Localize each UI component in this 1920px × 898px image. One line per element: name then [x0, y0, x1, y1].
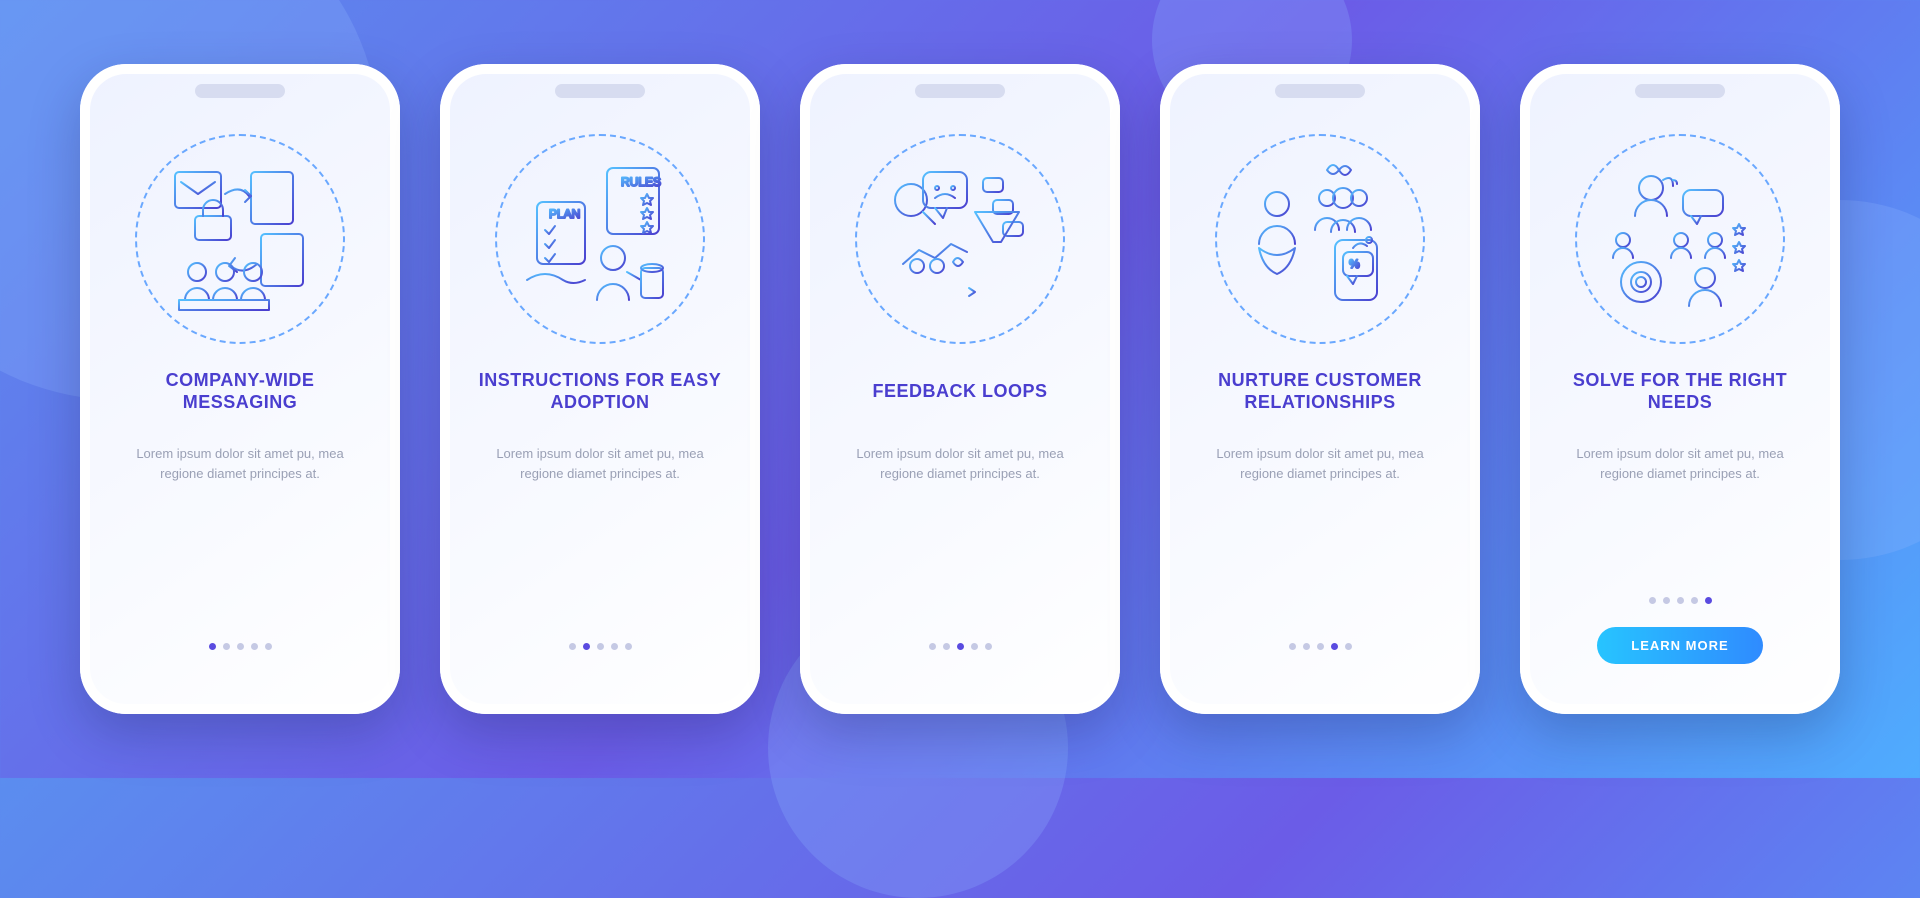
- screen-body: Lorem ipsum dolor sit amet pu, mea regio…: [1546, 444, 1814, 484]
- screen-body: Lorem ipsum dolor sit amet pu, mea regio…: [826, 444, 1094, 484]
- screen-title: SOLVE FOR THE RIGHT NEEDS: [1546, 368, 1814, 414]
- dot: [265, 643, 272, 650]
- screen-title: COMPANY-WIDE MESSAGING: [106, 368, 374, 414]
- dot: [209, 643, 216, 650]
- page-indicator: [1160, 643, 1480, 650]
- dot: [985, 643, 992, 650]
- phone-mockup: COMPANY-WIDE MESSAGING Lorem ipsum dolor…: [80, 64, 400, 714]
- dot: [943, 643, 950, 650]
- dot: [1317, 643, 1324, 650]
- svg-text:PLAN: PLAN: [549, 207, 580, 221]
- phone-mockup: % NURTURE CUSTOMER RELATIONSHIPS Lorem i…: [1160, 64, 1480, 714]
- dot: [1331, 643, 1338, 650]
- dot: [625, 643, 632, 650]
- phone-notch: [555, 84, 645, 98]
- target-icon: [1575, 134, 1785, 344]
- dot: [611, 643, 618, 650]
- dot: [597, 643, 604, 650]
- screen-title: NURTURE CUSTOMER RELATIONSHIPS: [1186, 368, 1454, 414]
- dot: [971, 643, 978, 650]
- instructions-icon: RULES PLAN: [495, 134, 705, 344]
- phone-mockup: RULES PLAN INS: [440, 64, 760, 714]
- dot: [1663, 597, 1670, 604]
- phone-notch: [1275, 84, 1365, 98]
- dot: [251, 643, 258, 650]
- learn-more-button[interactable]: LEARN MORE: [1597, 627, 1762, 664]
- dot: [1289, 643, 1296, 650]
- page-indicator: [800, 643, 1120, 650]
- screen-title: INSTRUCTIONS FOR EASY ADOPTION: [466, 368, 734, 414]
- page-indicator: [1520, 597, 1840, 604]
- onboarding-screen: RULES PLAN INS: [466, 134, 734, 664]
- dot: [1705, 597, 1712, 604]
- dot: [237, 643, 244, 650]
- dot: [569, 643, 576, 650]
- phone-row: COMPANY-WIDE MESSAGING Lorem ipsum dolor…: [0, 0, 1920, 778]
- screen-title: FEEDBACK LOOPS: [866, 368, 1053, 414]
- svg-text:RULES: RULES: [621, 175, 661, 189]
- dot: [1677, 597, 1684, 604]
- dot: [1649, 597, 1656, 604]
- phone-mockup: FEEDBACK LOOPS Lorem ipsum dolor sit ame…: [800, 64, 1120, 714]
- dot: [1691, 597, 1698, 604]
- onboarding-screen: COMPANY-WIDE MESSAGING Lorem ipsum dolor…: [106, 134, 374, 664]
- dot: [1345, 643, 1352, 650]
- page-indicator: [80, 643, 400, 650]
- screen-body: Lorem ipsum dolor sit amet pu, mea regio…: [1186, 444, 1454, 484]
- onboarding-screen: FEEDBACK LOOPS Lorem ipsum dolor sit ame…: [826, 134, 1094, 664]
- phone-notch: [195, 84, 285, 98]
- page-indicator: [440, 643, 760, 650]
- dot: [223, 643, 230, 650]
- nurture-icon: %: [1215, 134, 1425, 344]
- dot: [929, 643, 936, 650]
- phone-notch: [915, 84, 1005, 98]
- screen-body: Lorem ipsum dolor sit amet pu, mea regio…: [106, 444, 374, 484]
- feedback-icon: [855, 134, 1065, 344]
- messaging-icon: [135, 134, 345, 344]
- dot: [583, 643, 590, 650]
- phone-mockup: SOLVE FOR THE RIGHT NEEDS Lorem ipsum do…: [1520, 64, 1840, 714]
- onboarding-screen: SOLVE FOR THE RIGHT NEEDS Lorem ipsum do…: [1546, 134, 1814, 664]
- dot: [957, 643, 964, 650]
- dot: [1303, 643, 1310, 650]
- onboarding-screen: % NURTURE CUSTOMER RELATIONSHIPS Lorem i…: [1186, 134, 1454, 664]
- phone-notch: [1635, 84, 1725, 98]
- svg-text:%: %: [1349, 257, 1360, 271]
- screen-body: Lorem ipsum dolor sit amet pu, mea regio…: [466, 444, 734, 484]
